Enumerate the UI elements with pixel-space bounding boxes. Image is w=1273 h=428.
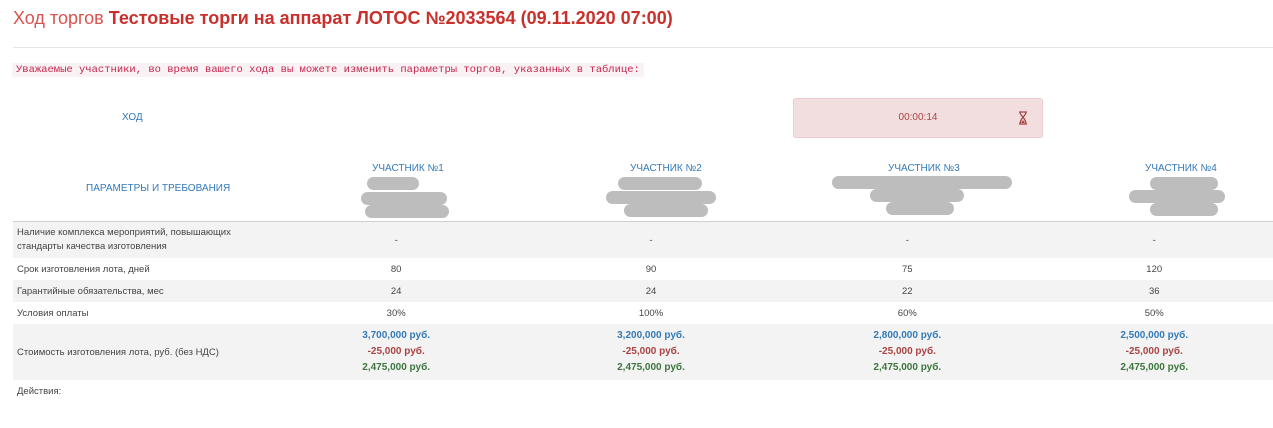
cell-value: -	[1035, 222, 1273, 258]
participant-2-header[interactable]: УЧАСТНИК №2	[630, 163, 702, 174]
page-title: Ход торгов Тестовые торги на аппарат ЛОТ…	[13, 7, 673, 29]
cell-value: 75	[902, 263, 913, 275]
auction-title: Тестовые торги на аппарат ЛОТОС №2033564…	[108, 8, 673, 28]
cell-value: 90	[645, 263, 657, 275]
params-table: Наличие комплекса мероприятий, повышающи…	[13, 222, 1273, 380]
row-label: Условия оплаты	[17, 307, 89, 319]
row-label: Наличие комплекса мероприятий, повышающи…	[13, 222, 270, 258]
cell-value: -	[522, 222, 780, 258]
title-divider	[13, 47, 1273, 48]
cell-value: 100%	[638, 307, 664, 319]
params-header: ПАРАМЕТРЫ И ТРЕБОВАНИЯ	[86, 183, 231, 194]
cost-total: 2,475,000 руб.	[362, 362, 431, 373]
turn-timer: 00:00:14	[793, 98, 1043, 138]
table-row: Срок изготовления лота, дней 80 90 75 12…	[13, 258, 1273, 280]
cost-total: 2,475,000 руб.	[617, 362, 685, 373]
cost-cell: 2,500,000 руб. -25,000 руб. 2,475,000 ру…	[1035, 324, 1273, 380]
cell-value: 36	[1035, 280, 1273, 302]
table-row: Гарантийные обязательства, мес 24 24 22 …	[13, 280, 1273, 302]
row-label: Стоимость изготовления лота, руб. (без Н…	[13, 324, 270, 380]
cell-value: 50%	[1144, 307, 1164, 319]
cell-value: 24	[522, 280, 780, 302]
hourglass-icon	[1019, 111, 1027, 125]
actions-label: Действия:	[17, 386, 62, 397]
timer-value: 00:00:14	[898, 112, 938, 123]
cost-delta: -25,000 руб.	[1125, 346, 1183, 357]
cell-value: -	[779, 222, 1036, 258]
cell-value: 30%	[386, 307, 406, 319]
cost-price: 2,500,000 руб.	[1120, 330, 1189, 341]
cell-value: -	[269, 222, 523, 258]
row-label: Срок изготовления лота, дней	[17, 263, 150, 275]
cell-value: 120	[1146, 263, 1163, 275]
cost-delta: -25,000 руб.	[622, 346, 680, 357]
cost-price: 3,200,000 руб.	[617, 330, 685, 341]
participant-4-header[interactable]: УЧАСТНИК №4	[1145, 163, 1217, 174]
cell-value: 60%	[897, 307, 917, 319]
table-row: Условия оплаты 30% 100% 60% 50%	[13, 302, 1273, 324]
cell-value: 24	[269, 280, 523, 302]
cost-price: 2,800,000 руб.	[873, 330, 942, 341]
cost-cell: 3,700,000 руб. -25,000 руб. 2,475,000 ру…	[269, 324, 523, 380]
cell-value: 80	[390, 263, 402, 275]
cost-cell: 3,200,000 руб. -25,000 руб. 2,475,000 ру…	[522, 324, 780, 380]
cost-cell: 2,800,000 руб. -25,000 руб. 2,475,000 ру…	[779, 324, 1036, 380]
cost-price: 3,700,000 руб.	[362, 330, 431, 341]
notice-text: Уважаемые участники, во время вашего ход…	[12, 63, 644, 77]
cost-delta: -25,000 руб.	[367, 346, 425, 357]
table-row: Наличие комплекса мероприятий, повышающи…	[13, 222, 1273, 258]
cost-delta: -25,000 руб.	[878, 346, 936, 357]
title-prefix: Ход торгов	[13, 8, 104, 28]
participant-1-header[interactable]: УЧАСТНИК №1	[372, 163, 444, 174]
row-label: Гарантийные обязательства, мес	[13, 280, 270, 302]
turn-label: ХОД	[122, 112, 143, 123]
participant-3-header[interactable]: УЧАСТНИК №3	[888, 163, 960, 174]
cell-value: 22	[779, 280, 1036, 302]
cost-total: 2,475,000 руб.	[1120, 362, 1189, 373]
table-row: Стоимость изготовления лота, руб. (без Н…	[13, 324, 1273, 380]
cost-total: 2,475,000 руб.	[873, 362, 942, 373]
